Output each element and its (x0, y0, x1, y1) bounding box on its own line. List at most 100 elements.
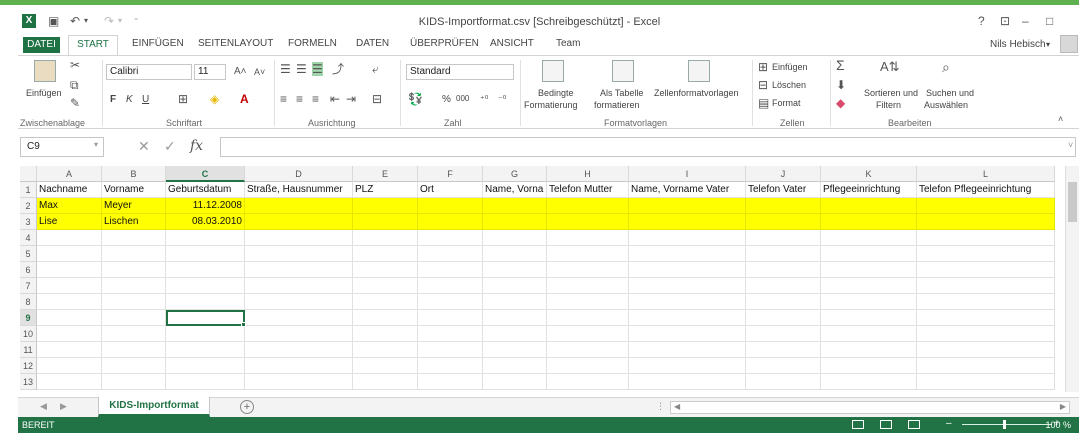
cell-k11[interactable] (821, 342, 917, 358)
cell-i10[interactable] (629, 326, 746, 342)
cut-icon[interactable]: ✂ (70, 58, 80, 72)
number-format-dropdown[interactable]: Standard (406, 64, 514, 80)
cell-b11[interactable] (102, 342, 166, 358)
cell-i12[interactable] (629, 358, 746, 374)
row-header-10[interactable]: 10 (20, 326, 37, 342)
cell-i5[interactable] (629, 246, 746, 262)
cell-j7[interactable] (746, 278, 821, 294)
orientation-icon[interactable]: ⤴ (332, 62, 344, 76)
row-header-4[interactable]: 4 (20, 230, 37, 246)
cell-b4[interactable] (102, 230, 166, 246)
cell-c2[interactable]: 11.12.2008 (166, 198, 245, 214)
font-color-icon[interactable]: A (240, 92, 249, 106)
shrink-font-icon[interactable]: A˅ (254, 65, 265, 79)
cell-i6[interactable] (629, 262, 746, 278)
page-break-view-icon[interactable] (908, 420, 920, 429)
cell-k7[interactable] (821, 278, 917, 294)
cell-c1[interactable]: Geburtsdatum (166, 182, 245, 198)
tab-start[interactable]: START (68, 35, 118, 56)
cell-d8[interactable] (245, 294, 353, 310)
cell-g7[interactable] (483, 278, 547, 294)
fill-color-icon[interactable]: ◈ (210, 92, 219, 106)
cell-f11[interactable] (418, 342, 483, 358)
cell-g9[interactable] (483, 310, 547, 326)
spreadsheet-grid[interactable]: A B C D E F G H I J K L 1 Nachname Vorname Geburtsdatum… (20, 166, 1062, 394)
find-select-button-line1[interactable]: Suchen und (926, 88, 974, 98)
column-header-d[interactable]: D (245, 166, 353, 182)
cell-b2[interactable]: Meyer (102, 198, 166, 214)
cell-h4[interactable] (547, 230, 629, 246)
new-sheet-button[interactable]: + (240, 400, 254, 414)
cell-g4[interactable] (483, 230, 547, 246)
font-size-dropdown[interactable]: 11 (194, 64, 226, 80)
cell-h9[interactable] (547, 310, 629, 326)
fill-handle[interactable] (241, 322, 246, 327)
cell-a9[interactable] (37, 310, 102, 326)
row-header-6[interactable]: 6 (20, 262, 37, 278)
conditional-formatting-button-line2[interactable]: Formatierung (524, 100, 578, 110)
cell-i2[interactable] (629, 198, 746, 214)
align-right-icon[interactable]: ≡ (312, 92, 319, 106)
cell-l10[interactable] (917, 326, 1055, 342)
cell-j6[interactable] (746, 262, 821, 278)
cell-d7[interactable] (245, 278, 353, 294)
cell-e8[interactable] (353, 294, 418, 310)
zoom-slider[interactable] (962, 424, 1052, 425)
name-box-dropdown-icon[interactable]: ▾ (94, 140, 98, 149)
vertical-scrollbar[interactable] (1065, 166, 1079, 392)
confirm-entry-icon[interactable]: ✓ (164, 138, 176, 155)
help-button[interactable]: ? (978, 14, 985, 28)
cell-c13[interactable] (166, 374, 245, 390)
underline-button[interactable]: U (142, 94, 149, 105)
cell-l13[interactable] (917, 374, 1055, 390)
cell-h3[interactable] (547, 214, 629, 230)
cell-e4[interactable] (353, 230, 418, 246)
zoom-out-icon[interactable]: – (946, 418, 952, 429)
insert-function-button[interactable]: fx (190, 138, 203, 154)
collapse-ribbon-icon[interactable]: ˄ (1058, 112, 1063, 126)
cell-c11[interactable] (166, 342, 245, 358)
column-header-l[interactable]: L (917, 166, 1055, 182)
cell-a6[interactable] (37, 262, 102, 278)
formula-input[interactable] (220, 137, 1076, 157)
user-name[interactable]: Nils Hebisch (990, 39, 1046, 50)
cell-c5[interactable] (166, 246, 245, 262)
wrap-text-icon[interactable]: ⤶ (372, 62, 379, 76)
row-header-12[interactable]: 12 (20, 358, 37, 374)
borders-icon[interactable]: ⊞ (178, 92, 188, 106)
cell-c4[interactable] (166, 230, 245, 246)
cell-d11[interactable] (245, 342, 353, 358)
cell-j1[interactable]: Telefon Vater (746, 182, 821, 198)
copy-icon[interactable]: ⧉ (70, 78, 79, 92)
normal-view-icon[interactable] (852, 420, 864, 429)
cell-d10[interactable] (245, 326, 353, 342)
font-name-dropdown[interactable]: Calibri (106, 64, 192, 80)
cell-d3[interactable] (245, 214, 353, 230)
cell-j5[interactable] (746, 246, 821, 262)
cell-d4[interactable] (245, 230, 353, 246)
cell-d5[interactable] (245, 246, 353, 262)
autosum-icon[interactable]: Σ (836, 58, 845, 72)
name-box[interactable]: C9 (20, 137, 104, 157)
cell-l11[interactable] (917, 342, 1055, 358)
cell-a12[interactable] (37, 358, 102, 374)
cell-g2[interactable] (483, 198, 547, 214)
cell-f9[interactable] (418, 310, 483, 326)
cell-e11[interactable] (353, 342, 418, 358)
cell-d12[interactable] (245, 358, 353, 374)
cell-j11[interactable] (746, 342, 821, 358)
cancel-entry-icon[interactable]: ✕ (138, 138, 150, 155)
sheet-next-icon[interactable]: ▶ (60, 401, 67, 412)
cell-k2[interactable] (821, 198, 917, 214)
cell-h10[interactable] (547, 326, 629, 342)
cell-i13[interactable] (629, 374, 746, 390)
cell-j9[interactable] (746, 310, 821, 326)
cell-h6[interactable] (547, 262, 629, 278)
align-middle-icon[interactable]: ☰ (296, 62, 307, 76)
cell-d6[interactable] (245, 262, 353, 278)
paste-icon[interactable] (34, 60, 56, 82)
cell-c10[interactable] (166, 326, 245, 342)
cell-f1[interactable]: Ort (418, 182, 483, 198)
cell-j13[interactable] (746, 374, 821, 390)
sheet-prev-icon[interactable]: ◀ (40, 401, 47, 412)
